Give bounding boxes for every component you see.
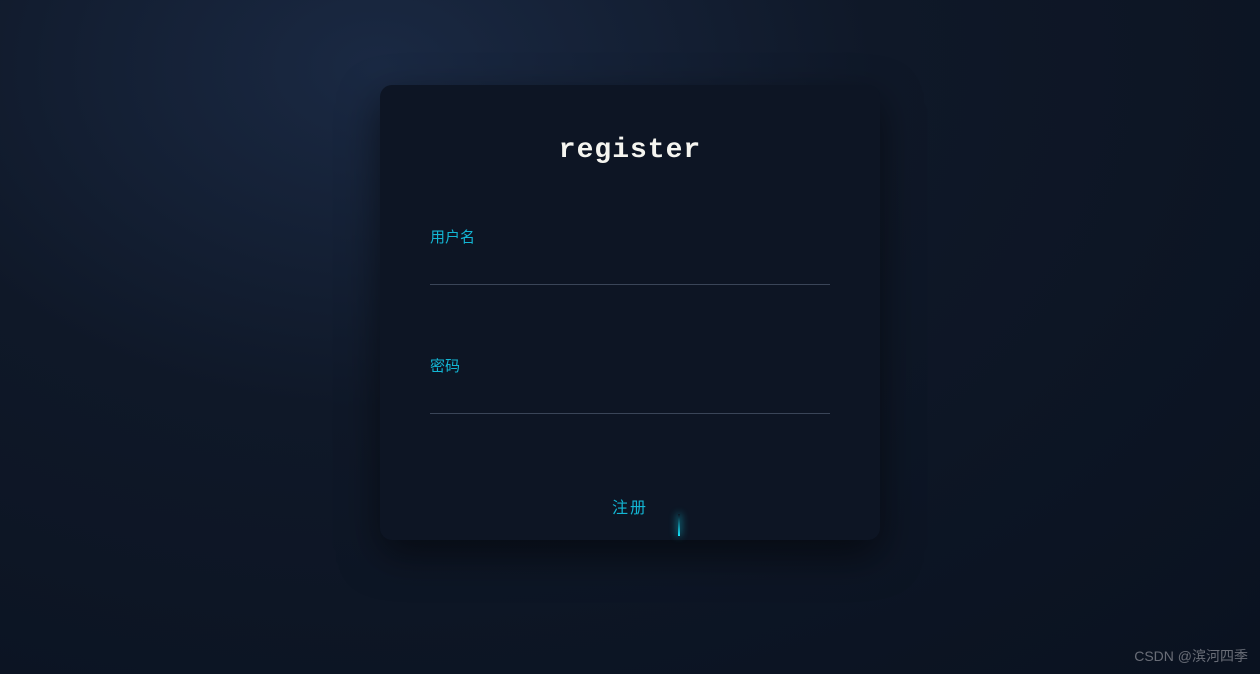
username-label: 用户名 xyxy=(430,226,830,247)
watermark-text: CSDN @滨河四季 xyxy=(1134,646,1248,666)
form-title: register xyxy=(430,135,830,166)
username-input[interactable] xyxy=(430,259,830,285)
register-card: register 用户名 密码 注册 xyxy=(380,85,880,540)
username-field-group: 用户名 xyxy=(430,226,830,285)
password-input[interactable] xyxy=(430,388,830,414)
password-label: 密码 xyxy=(430,355,830,376)
submit-wrap: 注册 xyxy=(430,484,830,528)
register-button[interactable]: 注册 xyxy=(592,484,668,528)
password-field-group: 密码 xyxy=(430,355,830,414)
